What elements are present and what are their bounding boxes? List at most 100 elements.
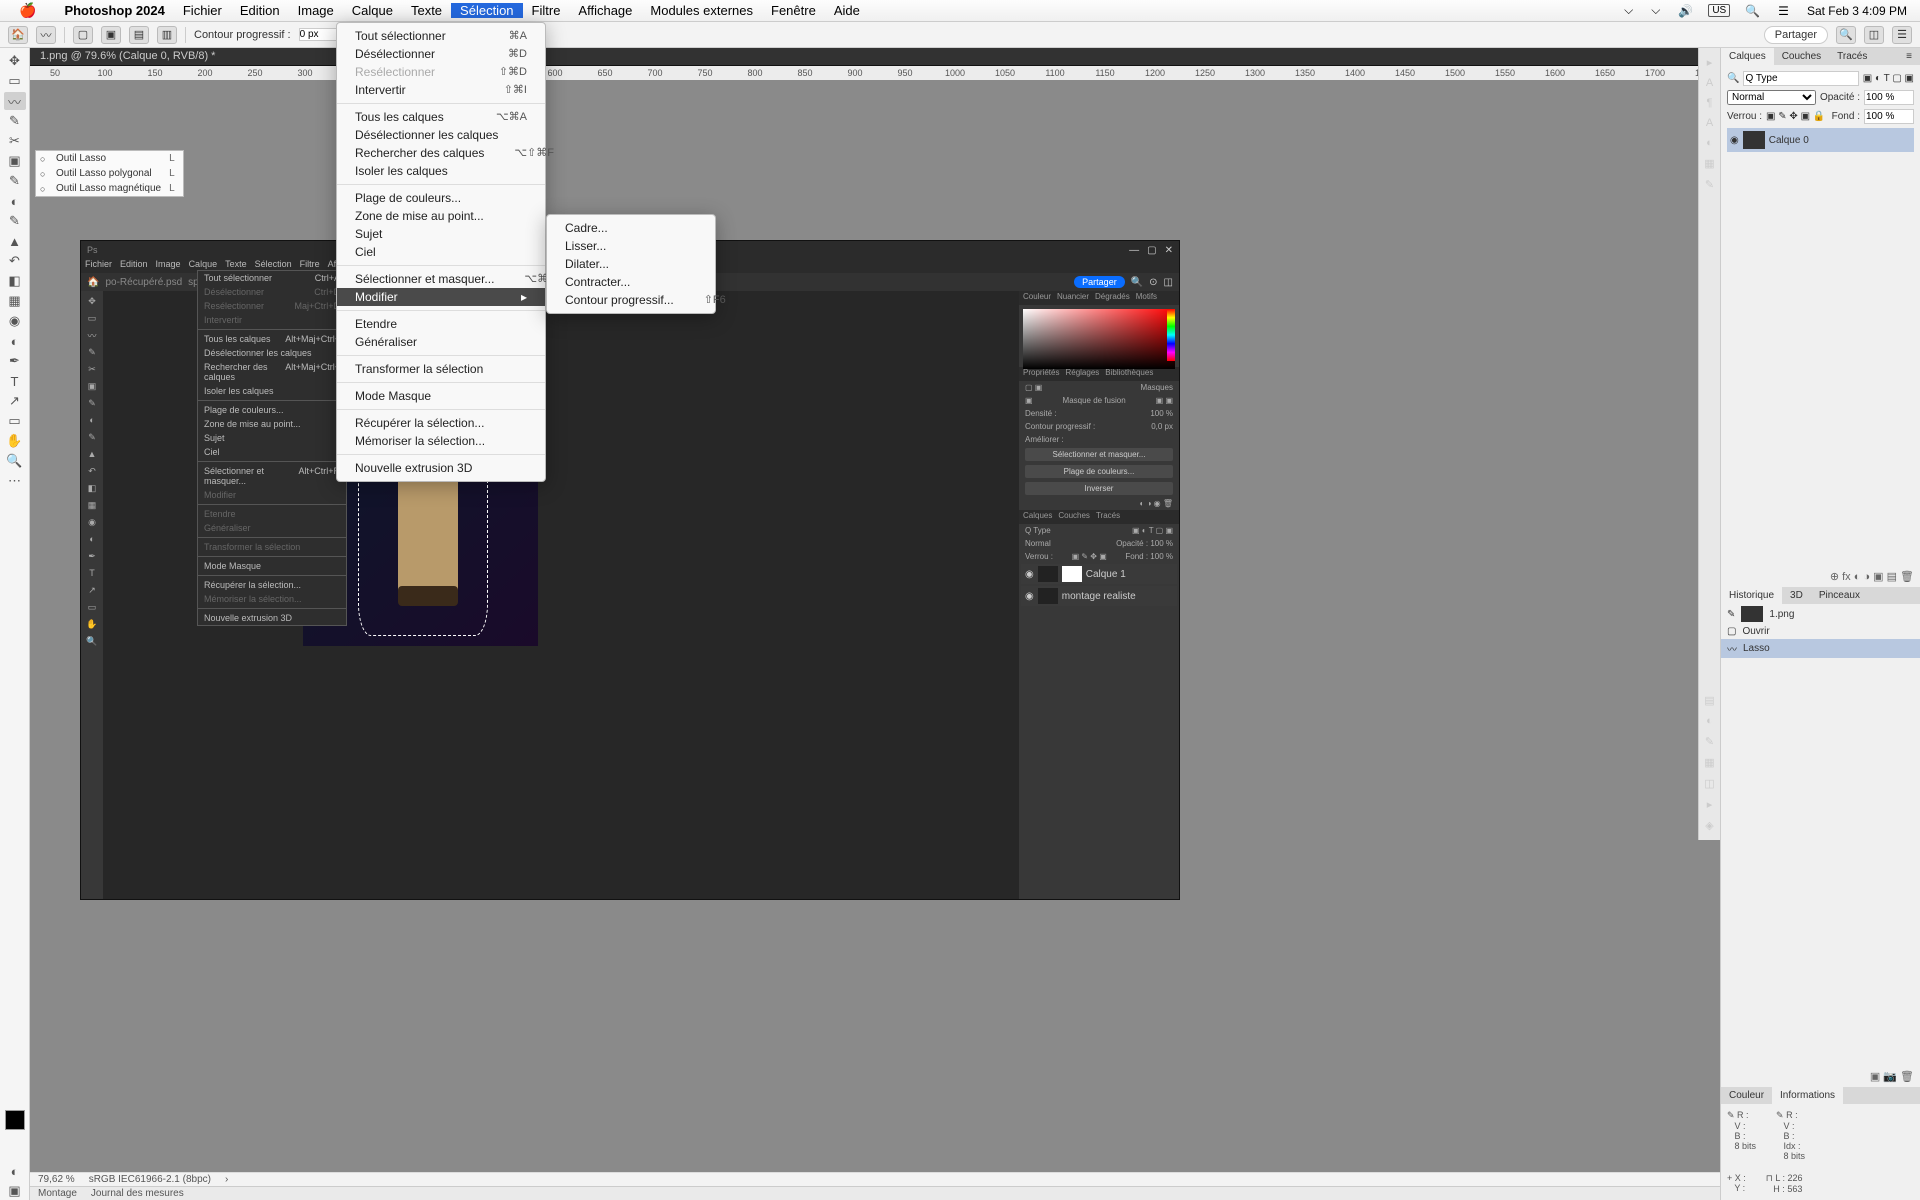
arrange-icon[interactable]: ☰	[1892, 26, 1912, 44]
tab-3d[interactable]: 3D	[1782, 587, 1811, 604]
brushes-icon[interactable]: ✎	[1701, 178, 1718, 191]
type-tool-icon[interactable]: T	[4, 372, 26, 390]
inner-menu-item[interactable]: Tous les calquesAlt+Maj+Ctrl+	[198, 332, 346, 346]
play-icon[interactable]: ▸	[1701, 56, 1718, 69]
volume-icon[interactable]: 🔊	[1675, 4, 1696, 18]
menu-item[interactable]: Tous les calques⌥⌘A	[337, 108, 545, 126]
inner-menu-item[interactable]: Isoler les calques	[198, 384, 346, 398]
paths-icon[interactable]: ◫	[1701, 777, 1718, 790]
inner-menu-item[interactable]: ResélectionnerMaj+Ctrl+D	[198, 299, 346, 313]
menu-edition[interactable]: Edition	[231, 3, 289, 18]
inner-select-mask-button[interactable]: Sélectionner et masquer...	[1025, 448, 1173, 461]
menu-item[interactable]: Mode Masque	[337, 387, 545, 405]
menu-filtre[interactable]: Filtre	[523, 3, 570, 18]
inner-menu-item[interactable]: Zone de mise au point...	[198, 417, 346, 431]
menu-item[interactable]: Sélectionner et masquer...⌥⌘R	[337, 270, 545, 288]
marquee-tool-icon[interactable]: ▭	[4, 72, 26, 90]
spotlight-icon[interactable]: 🔍	[1742, 4, 1763, 18]
menu-item[interactable]: Modifier▸	[337, 288, 545, 306]
inner-menu-item[interactable]: Mémoriser la sélection...	[198, 592, 346, 606]
menu-item[interactable]: Plage de couleurs...	[337, 189, 545, 207]
menu-item[interactable]: Nouvelle extrusion 3D	[337, 459, 545, 477]
brush-tool-icon[interactable]: ✎	[4, 212, 26, 230]
menu-item[interactable]: Désélectionner⌘D	[337, 45, 545, 63]
inner-menu-item[interactable]: Tout sélectionnerCtrl+A	[198, 271, 346, 285]
path-tool-icon[interactable]: ↗	[4, 392, 26, 410]
tab-historique[interactable]: Historique	[1721, 587, 1782, 604]
gradient-tool-icon[interactable]: ▦	[4, 292, 26, 310]
flyout-magnetic[interactable]: Outil Lasso magnétiqueL	[36, 181, 183, 196]
more-tools-icon[interactable]: ⋯	[4, 472, 26, 490]
quick-select-tool-icon[interactable]: ✎	[4, 112, 26, 130]
lasso-tool-icon[interactable]: 〰	[36, 26, 56, 44]
inner-layer-bg[interactable]: ◉montage realiste	[1021, 586, 1177, 606]
tab-informations[interactable]: Informations	[1772, 1087, 1843, 1104]
inner-menu-item[interactable]: Ciel	[198, 445, 346, 459]
submenu-item[interactable]: Cadre...	[547, 219, 715, 237]
history-open[interactable]: ▢Ouvrir	[1721, 624, 1920, 639]
shape-tool-icon[interactable]: ▭	[4, 412, 26, 430]
tab-montage[interactable]: Montage	[38, 1188, 77, 1199]
share-button[interactable]: Partager	[1764, 26, 1828, 44]
submenu-item[interactable]: Lisser...	[547, 237, 715, 255]
menu-item[interactable]: Zone de mise au point...	[337, 207, 545, 225]
tab-calques[interactable]: Calques	[1721, 48, 1774, 65]
menu-calque[interactable]: Calque	[343, 3, 402, 18]
blend-mode-select[interactable]: Normal	[1727, 90, 1816, 105]
inner-home-icon[interactable]: 🏠	[87, 277, 99, 288]
comments-icon[interactable]: ✎	[1701, 735, 1718, 748]
menu-item[interactable]: Tout sélectionner⌘A	[337, 27, 545, 45]
menu-fenetre[interactable]: Fenêtre	[762, 3, 825, 18]
flyout-polygonal[interactable]: Outil Lasso polygonalL	[36, 166, 183, 181]
selection-mode-subtract[interactable]: ▤	[129, 26, 149, 44]
inner-menu-item[interactable]: Transformer la sélection	[198, 540, 346, 554]
inner-menu-item[interactable]: Récupérer la sélection...	[198, 578, 346, 592]
3d-icon[interactable]: ◈	[1701, 819, 1718, 832]
menu-image[interactable]: Image	[289, 3, 343, 18]
paragraph-icon[interactable]: ¶	[1701, 97, 1718, 109]
menu-item[interactable]: Récupérer la sélection...	[337, 414, 545, 432]
swatches-icon[interactable]: ▦	[1701, 157, 1718, 170]
inner-menu-item[interactable]: DésélectionnerCtrl+D	[198, 285, 346, 299]
tab-couleur[interactable]: Couleur	[1721, 1087, 1772, 1104]
submenu-item[interactable]: Contour progressif...⇧F6	[547, 291, 715, 309]
history-brush-tool-icon[interactable]: ↶	[4, 252, 26, 270]
selection-mode-intersect[interactable]: ▥	[157, 26, 177, 44]
history-snapshot[interactable]: ✎1.png	[1721, 604, 1920, 624]
bluetooth-icon[interactable]: ⌵	[1621, 3, 1636, 18]
inner-color-range-button[interactable]: Plage de couleurs...	[1025, 465, 1173, 478]
color-swatch[interactable]	[5, 1110, 25, 1130]
inner-share-button[interactable]: Partager	[1074, 276, 1125, 288]
flyout-lasso[interactable]: Outil LassoL	[36, 151, 183, 166]
inner-menu-item[interactable]: Sujet	[198, 431, 346, 445]
menu-item[interactable]: Sujet	[337, 225, 545, 243]
menu-modules[interactable]: Modules externes	[641, 3, 762, 18]
hand-tool-icon[interactable]: ✋	[4, 432, 26, 450]
menu-aide[interactable]: Aide	[825, 3, 869, 18]
inner-menu-item[interactable]: Intervertir	[198, 313, 346, 327]
menu-app[interactable]: Photoshop 2024	[55, 3, 173, 18]
opacity-input[interactable]	[1864, 90, 1914, 105]
zoom-value[interactable]: 79,62 %	[38, 1174, 75, 1185]
zoom-tool-icon[interactable]: 🔍	[4, 452, 26, 470]
heal-tool-icon[interactable]: ◐	[4, 192, 26, 210]
control-center-icon[interactable]: ☰	[1775, 4, 1792, 18]
home-icon[interactable]: 🏠	[8, 26, 28, 44]
layer-filter-input[interactable]	[1743, 71, 1858, 86]
inner-help-icon[interactable]: ⊙	[1149, 277, 1157, 288]
menu-item[interactable]: Généraliser	[337, 333, 545, 351]
adjustments-icon[interactable]: ◐	[1701, 715, 1718, 727]
inner-menu-item[interactable]: Rechercher des calquesAlt+Maj+Ctrl+	[198, 360, 346, 384]
menu-item[interactable]: Intervertir⇧⌘I	[337, 81, 545, 99]
screenmode-icon[interactable]: ▣	[4, 1182, 26, 1200]
eraser-tool-icon[interactable]: ◧	[4, 272, 26, 290]
glyph-a-icon[interactable]: A	[1701, 77, 1718, 89]
inner-close-icon[interactable]: ✕	[1165, 245, 1173, 256]
menu-selection[interactable]: Sélection	[451, 3, 522, 18]
visibility-icon[interactable]: ◉	[1730, 135, 1739, 146]
stamp-tool-icon[interactable]: ▲	[4, 232, 26, 250]
inner-maximize-icon[interactable]: ▢	[1147, 245, 1156, 256]
character-icon[interactable]: A	[1701, 117, 1718, 129]
actions-icon[interactable]: ▸	[1701, 798, 1718, 811]
menu-item[interactable]: Resélectionner⇧⌘D	[337, 63, 545, 81]
